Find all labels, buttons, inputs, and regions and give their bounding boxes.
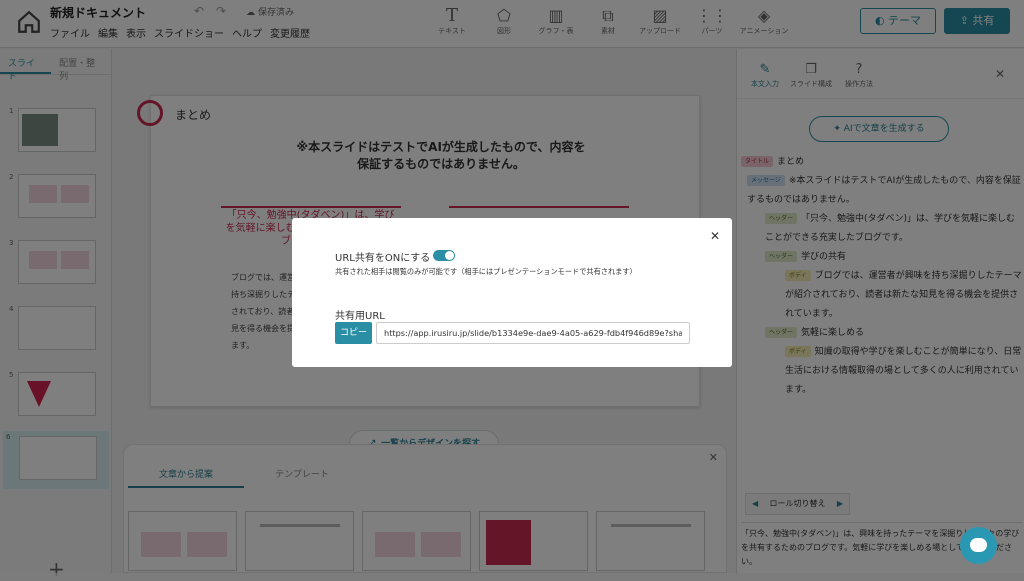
url-share-toggle[interactable] — [433, 250, 455, 261]
close-icon[interactable]: ✕ — [710, 229, 720, 243]
share-description: 共有された相手は閲覧のみが可能です（相手にはプレゼンテーションモードで共有されま… — [335, 267, 637, 276]
copy-button[interactable]: コピー — [335, 322, 372, 344]
share-url-label: 共有用URL — [335, 311, 385, 322]
chat-support-icon[interactable] — [960, 527, 997, 564]
share-url-field[interactable] — [376, 322, 690, 344]
url-share-label: URL共有をONにする — [335, 253, 431, 264]
share-url-dialog: ✕ URL共有をONにする 共有された相手は閲覧のみが可能です（相手にはプレゼン… — [292, 218, 732, 367]
